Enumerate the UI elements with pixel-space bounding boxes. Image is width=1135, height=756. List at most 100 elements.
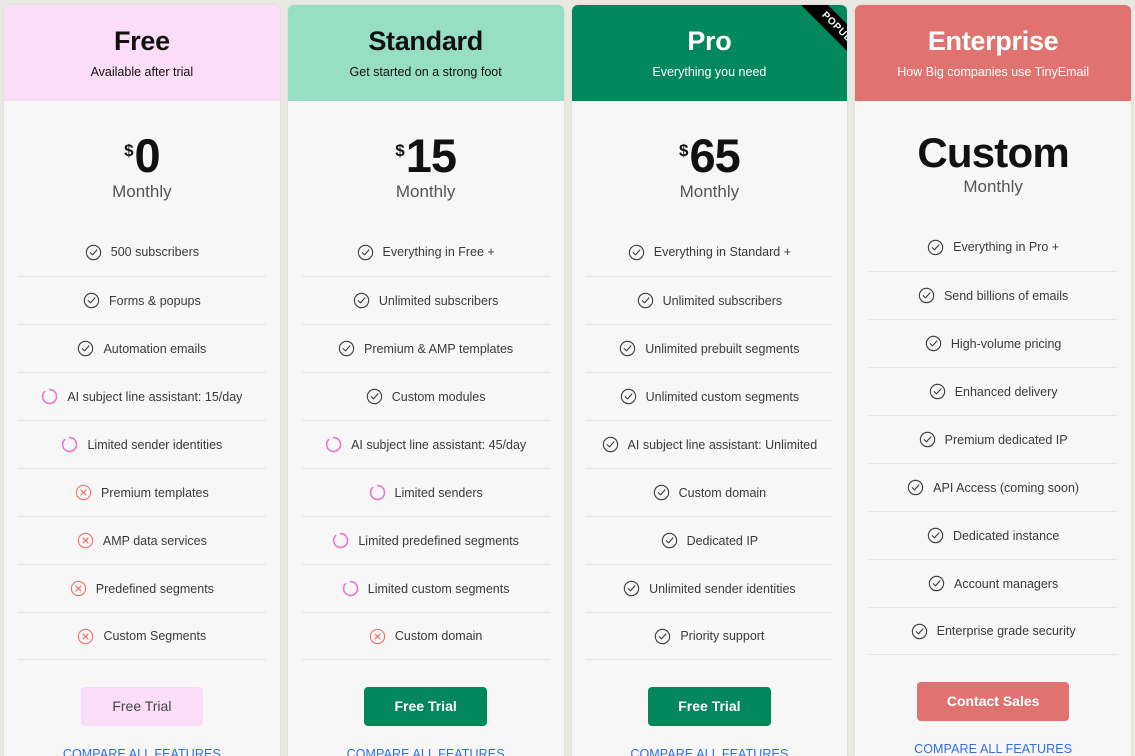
price-block: $0 Monthly bbox=[4, 101, 280, 228]
check-circle-icon bbox=[929, 384, 945, 400]
feature-row: Send billions of emails bbox=[869, 271, 1117, 319]
plan-tagline: Everything you need bbox=[652, 64, 767, 79]
feature-list: 500 subscribers Forms & popups Automation … bbox=[4, 228, 280, 661]
feature-row: API Access (coming soon) bbox=[869, 463, 1117, 511]
x-circle-icon bbox=[369, 628, 386, 644]
feature-label: Premium templates bbox=[101, 485, 209, 500]
feature-row: Unlimited sender identities bbox=[585, 564, 834, 612]
check-circle-icon bbox=[927, 239, 944, 256]
x-circle-icon bbox=[78, 628, 94, 644]
check-circle-icon bbox=[655, 628, 671, 644]
feature-row: Limited sender identities bbox=[18, 420, 266, 468]
check-circle-icon bbox=[338, 340, 355, 357]
feature-list: Everything in Free + Unlimited subscriber… bbox=[288, 228, 564, 661]
feature-label: Custom Segments bbox=[103, 629, 207, 644]
feature-label: AI subject line assistant: Unlimited bbox=[627, 437, 818, 452]
plan-tagline: How Big companies use TinyEmail bbox=[897, 64, 1089, 79]
partial-circle-icon bbox=[325, 436, 342, 453]
feature-label: High-volume pricing bbox=[950, 336, 1062, 351]
feature-row: Everything in Standard + bbox=[586, 228, 834, 276]
feature-label: 500 subscribers bbox=[110, 245, 199, 260]
pricing-plans-grid: Free Available after trial $0 Monthly 500 su… bbox=[0, 0, 1135, 756]
feature-label: Unlimited custom segments bbox=[645, 389, 800, 404]
plan-actions: Contact Sales COMPARE ALL FEATURES bbox=[855, 655, 1131, 756]
feature-label: Custom modules bbox=[391, 389, 486, 404]
price-amount: 65 bbox=[689, 129, 740, 182]
check-circle-icon bbox=[661, 532, 677, 549]
check-circle-icon bbox=[366, 388, 382, 405]
feature-row: Account managers bbox=[869, 559, 1117, 607]
feature-row: Limited predefined segments bbox=[301, 516, 550, 564]
check-circle-icon bbox=[653, 484, 669, 501]
compare-all-features-link[interactable]: COMPARE ALL FEATURES bbox=[4, 747, 280, 756]
currency-symbol: $ bbox=[395, 141, 405, 160]
feature-row: AI subject line assistant: 15/day bbox=[18, 372, 266, 420]
cta-button-pro[interactable]: Free Trial bbox=[648, 687, 771, 726]
check-circle-icon bbox=[919, 432, 935, 448]
partial-circle-icon bbox=[342, 580, 359, 597]
compare-all-features-link[interactable]: COMPARE ALL FEATURES bbox=[855, 742, 1131, 756]
cta-button-enterprise[interactable]: Contact Sales bbox=[916, 682, 1070, 722]
check-circle-icon bbox=[85, 244, 101, 260]
feature-label: Unlimited subscribers bbox=[378, 293, 499, 308]
feature-label: Everything in Standard + bbox=[653, 245, 791, 260]
feature-label: Account managers bbox=[954, 576, 1059, 591]
feature-row: Enhanced delivery bbox=[869, 367, 1117, 415]
partial-circle-icon bbox=[369, 484, 385, 501]
plan-card-pro: Pro Everything you need POPULAR $65 Monthly E… bbox=[571, 5, 848, 756]
plan-actions: Free Trial COMPARE ALL FEATURES bbox=[4, 660, 280, 756]
feature-row: Custom Segments bbox=[18, 612, 266, 661]
plan-name: Pro bbox=[687, 26, 732, 57]
feature-label: Forms & popups bbox=[109, 293, 201, 308]
check-circle-icon bbox=[602, 436, 618, 453]
x-circle-icon bbox=[70, 580, 86, 597]
feature-row: Automation emails bbox=[18, 324, 266, 372]
feature-label: Everything in Pro + bbox=[953, 240, 1060, 255]
feature-label: Custom domain bbox=[678, 485, 767, 500]
feature-label: Dedicated instance bbox=[952, 528, 1060, 543]
feature-row: AI subject line assistant: Unlimited bbox=[585, 420, 834, 468]
compare-all-features-link[interactable]: COMPARE ALL FEATURES bbox=[288, 747, 564, 756]
feature-row: AI subject line assistant: 45/day bbox=[301, 420, 550, 468]
x-circle-icon bbox=[77, 532, 94, 549]
check-circle-icon bbox=[637, 292, 653, 309]
feature-label: Premium dedicated IP bbox=[944, 432, 1068, 447]
price-row: $15 bbox=[288, 132, 564, 179]
plan-card-enterprise: Enterprise How Big companies use TinyEmai… bbox=[855, 5, 1131, 756]
feature-label: Limited sender identities bbox=[87, 437, 223, 452]
feature-label: Limited senders bbox=[394, 485, 483, 500]
feature-row: Predefined segments bbox=[18, 564, 266, 612]
feature-list: Everything in Pro + Send billions of emai… bbox=[855, 223, 1131, 656]
feature-row: Unlimited subscribers bbox=[301, 276, 550, 324]
cta-button-standard[interactable]: Free Trial bbox=[364, 687, 487, 726]
check-circle-icon bbox=[911, 623, 927, 640]
feature-row: Unlimited custom segments bbox=[585, 372, 834, 420]
currency-symbol: $ bbox=[124, 141, 134, 160]
feature-label: Premium & AMP templates bbox=[364, 341, 514, 356]
plan-header: Enterprise How Big companies use TinyEmai… bbox=[855, 5, 1131, 101]
feature-row: Custom modules bbox=[301, 372, 550, 420]
price-row: $0 bbox=[4, 132, 280, 179]
feature-row: 500 subscribers bbox=[18, 228, 266, 276]
plan-tagline: Available after trial bbox=[90, 64, 194, 79]
check-circle-icon bbox=[357, 244, 373, 260]
plan-actions: Free Trial COMPARE ALL FEATURES bbox=[288, 660, 564, 756]
partial-circle-icon bbox=[333, 532, 349, 549]
feature-label: Enterprise grade security bbox=[936, 624, 1076, 639]
feature-row: Limited custom segments bbox=[301, 564, 550, 612]
price-amount: Custom bbox=[917, 129, 1069, 176]
billing-period: Monthly bbox=[112, 182, 172, 202]
plan-header: Standard Get started on a strong foot bbox=[287, 5, 564, 101]
partial-circle-icon bbox=[62, 436, 78, 453]
feature-row: Unlimited subscribers bbox=[585, 276, 834, 324]
price-row: Custom bbox=[855, 129, 1131, 176]
feature-row: Custom domain bbox=[301, 612, 550, 661]
feature-row: AMP data services bbox=[18, 516, 266, 564]
feature-row: Everything in Pro + bbox=[869, 223, 1117, 271]
feature-label: Automation emails bbox=[103, 341, 207, 356]
check-circle-icon bbox=[353, 292, 370, 309]
price-row: $65 bbox=[572, 129, 848, 182]
cta-button-free[interactable]: Free Trial bbox=[80, 687, 203, 726]
compare-all-features-link[interactable]: COMPARE ALL FEATURES bbox=[572, 747, 848, 756]
feature-row: Forms & popups bbox=[18, 276, 266, 324]
